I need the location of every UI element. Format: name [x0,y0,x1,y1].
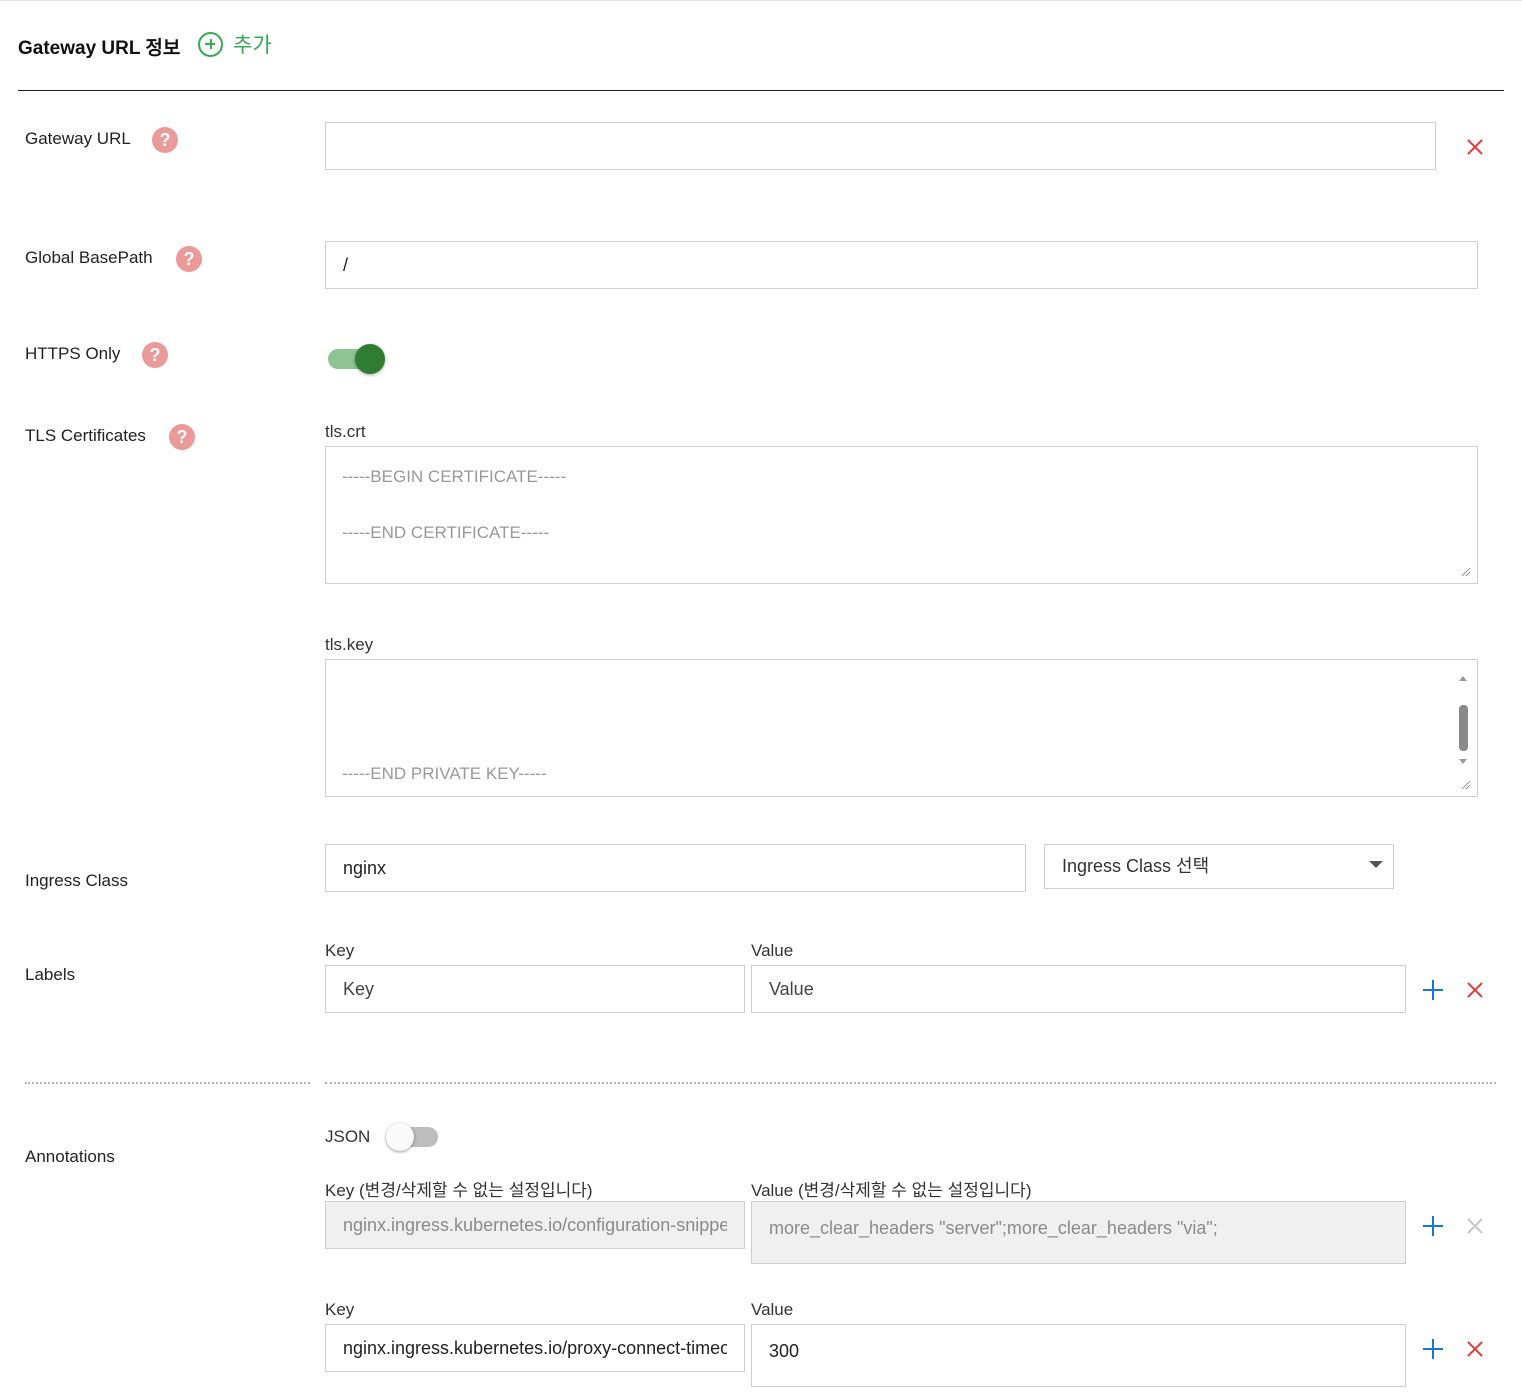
label-value-input[interactable] [751,965,1406,1013]
section-divider-left [25,1082,310,1084]
scroll-up-icon[interactable] [1459,676,1467,681]
remove-gateway-icon[interactable] [1463,135,1487,159]
annotation-key-input [325,1201,745,1249]
annotation-value-input: more_clear_headers "server";more_clear_h… [751,1201,1406,1264]
plus-circle-icon [198,31,223,57]
labels-value-header: Value [751,941,794,960]
resize-grip-icon[interactable] [1462,568,1470,576]
add-annotation-icon[interactable] [1421,1214,1445,1238]
add-annotation-icon[interactable] [1421,1337,1445,1361]
gateway-url-label: Gateway URL [25,129,131,148]
top-border [0,0,1522,1]
annotation-value-header: Value [751,1300,794,1319]
add-gateway-button[interactable]: 추가 [198,29,272,59]
resize-grip-icon[interactable] [1462,781,1470,789]
add-label-icon[interactable] [1421,978,1445,1002]
section-divider-right [325,1082,1496,1084]
ingress-class-input[interactable] [325,844,1026,892]
gateway-url-input[interactable] [325,122,1436,170]
annotation-value-header: Value (변경/삭제할 수 없는 설정입니다) [751,1181,1032,1200]
remove-annotation-icon [1463,1214,1487,1238]
labels-key-header: Key [325,941,355,960]
tls-key-label: tls.key [325,635,374,654]
scrollbar-thumb[interactable] [1459,705,1468,751]
scroll-down-icon[interactable] [1459,759,1467,764]
toggle-knob [355,344,385,374]
https-only-help-icon[interactable]: ? [142,342,168,368]
label-key-input[interactable] [325,965,745,1013]
annotations-label: Annotations [25,1147,115,1166]
json-toggle[interactable] [386,1122,438,1152]
tls-key-textarea[interactable] [325,659,1478,797]
annotation-key-header: Key [325,1300,355,1319]
global-basepath-label: Global BasePath [25,248,153,267]
global-basepath-help-icon[interactable]: ? [176,246,202,272]
tls-crt-label: tls.crt [325,422,366,441]
annotation-value-input[interactable]: 300 [751,1324,1406,1387]
ingress-class-select-value: Ingress Class 선택 [1062,856,1210,876]
add-label: 추가 [233,34,272,57]
toggle-knob [386,1123,414,1151]
remove-annotation-icon[interactable] [1463,1337,1487,1361]
remove-label-icon[interactable] [1463,978,1487,1002]
annotation-key-input[interactable] [325,1324,745,1372]
tls-help-icon[interactable]: ? [169,424,195,450]
annotation-key-header: Key (변경/삭제할 수 없는 설정입니다) [325,1181,593,1200]
gateway-url-help-icon[interactable]: ? [152,127,178,153]
ingress-class-label: Ingress Class [25,871,128,890]
https-only-label: HTTPS Only [25,344,121,363]
tls-certificates-label: TLS Certificates [25,426,146,445]
labels-label: Labels [25,965,76,984]
header-divider [18,90,1504,91]
https-only-toggle[interactable] [328,344,386,374]
json-toggle-label: JSON [325,1127,371,1146]
chevron-down-icon [1369,861,1383,868]
global-basepath-input[interactable] [325,241,1478,289]
ingress-class-select[interactable]: Ingress Class 선택 [1044,844,1394,889]
section-title: Gateway URL 정보 [18,38,181,59]
tls-crt-textarea[interactable] [325,446,1478,584]
